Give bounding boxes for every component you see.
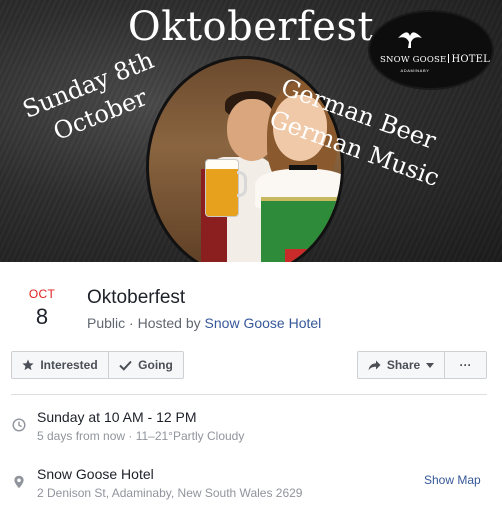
- event-time-subtext: 5 days from now · 11–21°Partly Cloudy: [37, 429, 245, 443]
- event-address: 2 Denison St, Adaminaby, New South Wales…: [37, 486, 303, 500]
- divider: [11, 394, 487, 395]
- going-button[interactable]: Going: [108, 351, 184, 379]
- event-meta: Public · Hosted by Snow Goose Hotel: [87, 315, 322, 331]
- more-icon: ···: [459, 358, 472, 372]
- share-label: Share: [386, 358, 421, 372]
- clock-icon: [12, 418, 26, 432]
- host-link[interactable]: Snow Goose Hotel: [205, 315, 322, 331]
- event-cover-image[interactable]: Oktoberfest Sunday 8th October German Be…: [0, 0, 502, 262]
- checkmark-icon: [119, 360, 132, 371]
- share-arrow-icon: [368, 360, 381, 370]
- star-icon: [22, 359, 34, 371]
- share-button[interactable]: Share: [357, 351, 445, 379]
- event-place[interactable]: Snow Goose Hotel: [37, 466, 154, 483]
- cover-date-text: Sunday 8th October: [18, 45, 158, 146]
- goose-icon: [398, 32, 422, 48]
- logo-subtitle: ADAMINABY: [400, 68, 430, 73]
- going-label: Going: [138, 358, 173, 372]
- event-day: 8: [35, 304, 49, 329]
- event-title: Oktoberfest: [87, 287, 186, 308]
- logo-name: SNOW GOOSE HOTEL: [380, 54, 490, 65]
- more-options-button[interactable]: ···: [444, 351, 487, 379]
- event-month: OCT: [28, 287, 56, 301]
- privacy-label: Public: [87, 315, 126, 331]
- location-pin-icon: [14, 475, 24, 489]
- event-time[interactable]: Sunday at 10 AM - 12 PM: [37, 409, 197, 426]
- hosted-by-prefix: Hosted by: [137, 315, 205, 331]
- beer-mug-icon: [205, 159, 239, 217]
- hotel-logo: SNOW GOOSE HOTEL ADAMINABY: [368, 10, 494, 90]
- interested-label: Interested: [40, 358, 98, 372]
- event-date-block: OCT 8: [22, 287, 62, 330]
- interested-button[interactable]: Interested: [11, 351, 109, 379]
- show-map-link[interactable]: Show Map: [424, 473, 481, 487]
- caret-down-icon: [426, 362, 435, 368]
